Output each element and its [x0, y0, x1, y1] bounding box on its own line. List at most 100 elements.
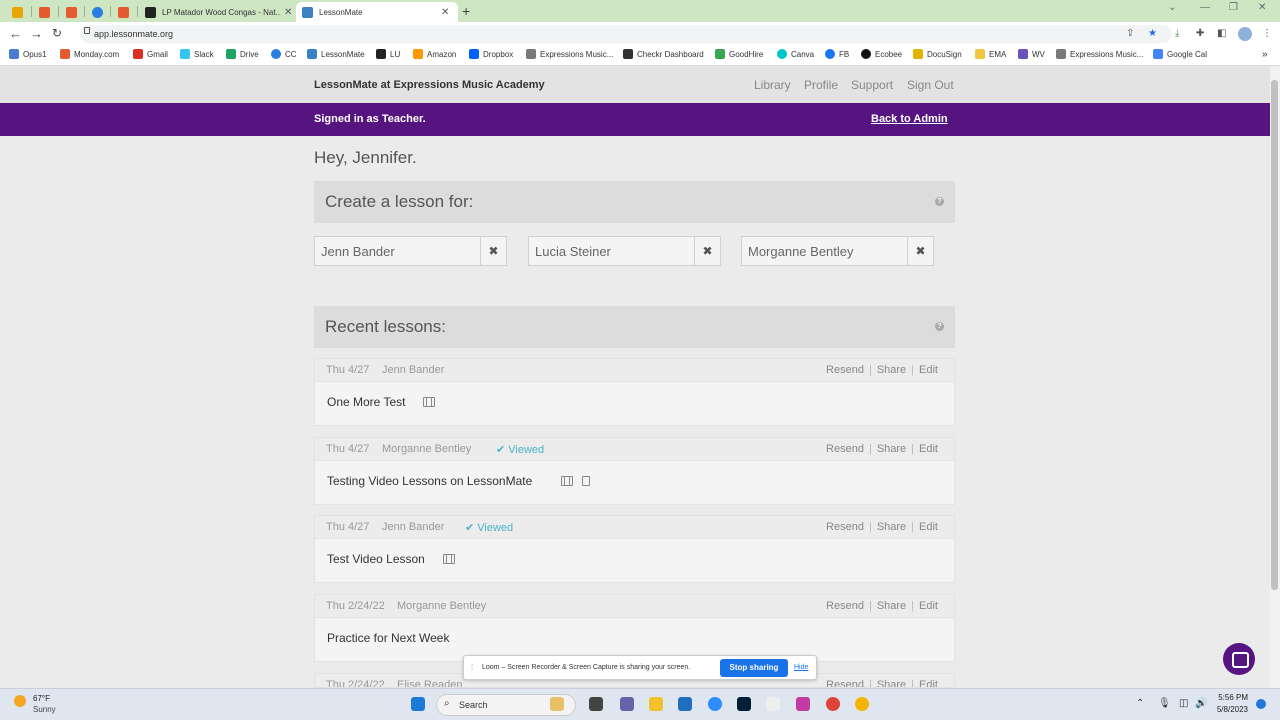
more-bookmarks-icon[interactable]: »: [1262, 49, 1268, 60]
zoom-icon[interactable]: [708, 697, 722, 711]
bookmark-item[interactable]: FB: [825, 49, 849, 59]
share-link[interactable]: Share: [877, 600, 906, 612]
close-window-icon[interactable]: ✕: [1258, 2, 1266, 13]
bookmark-item[interactable]: EMA: [975, 49, 1006, 59]
url-field[interactable]: app.lessonmate.org: [80, 25, 1172, 43]
file-explorer-icon[interactable]: [649, 697, 663, 711]
chrome-icon[interactable]: [826, 697, 840, 711]
hide-link[interactable]: Hide: [794, 664, 808, 671]
close-tab-icon[interactable]: ✕: [284, 7, 292, 18]
bookmark-item[interactable]: Google Cal: [1153, 49, 1207, 59]
start-icon[interactable]: [411, 697, 425, 711]
bookmark-item[interactable]: Dropbox: [469, 49, 513, 59]
browser-tab[interactable]: LP Matador Wood Congas - Nat... ✕: [139, 2, 294, 22]
lesson-card[interactable]: Thu 2/24/22 Morganne Bentley Resend | Shar…: [314, 594, 955, 662]
clock-time[interactable]: 5:56 PM: [1210, 693, 1248, 702]
close-tab-icon[interactable]: ✕: [441, 7, 449, 18]
share-link[interactable]: Share: [877, 679, 906, 687]
lesson-card[interactable]: Thu 4/27 Jenn Bander ✔ Viewed Resend | Sha…: [314, 515, 955, 583]
restore-icon[interactable]: ❐: [1229, 2, 1238, 13]
wifi-icon[interactable]: ◫: [1179, 698, 1188, 709]
browser-tab[interactable]: [60, 2, 86, 22]
help-icon[interactable]: ?: [935, 322, 944, 331]
search-highlight-icon[interactable]: [550, 697, 564, 711]
lesson-title[interactable]: Practice for Next Week: [327, 631, 449, 645]
resend-link[interactable]: Resend: [826, 364, 864, 376]
student-chip[interactable]: Lucia Steiner ✖: [528, 236, 721, 266]
bookmark-item[interactable]: Checkr Dashboard: [623, 49, 704, 59]
x-icon[interactable]: [766, 697, 780, 711]
extensions-icon[interactable]: ✚: [1196, 28, 1204, 39]
back-to-admin-link[interactable]: Back to Admin: [871, 113, 948, 125]
bookmark-item[interactable]: LU: [376, 49, 400, 59]
task-view-icon[interactable]: [589, 697, 603, 711]
share-link[interactable]: Share: [877, 521, 906, 533]
weather-icon[interactable]: [14, 695, 26, 707]
forward-icon[interactable]: →: [30, 26, 43, 41]
lesson-title[interactable]: One More Test: [327, 395, 405, 409]
weather-condition[interactable]: Sunny: [33, 705, 56, 714]
share-link[interactable]: Share: [877, 443, 906, 455]
profile-avatar[interactable]: [1238, 27, 1252, 41]
chat-launcher-button[interactable]: [1223, 643, 1255, 675]
bookmark-item[interactable]: LessonMate: [307, 49, 365, 59]
bookmark-item[interactable]: Gmail: [133, 49, 168, 59]
bookmark-item[interactable]: Drive: [226, 49, 259, 59]
edit-link[interactable]: Edit: [919, 521, 938, 533]
lightroom-icon[interactable]: [737, 697, 751, 711]
share-link[interactable]: Share: [877, 364, 906, 376]
bookmark-item[interactable]: Expressions Music...: [1056, 49, 1143, 59]
bookmark-item[interactable]: Ecobee: [861, 49, 902, 59]
nav-library[interactable]: Library: [754, 78, 791, 92]
bookmark-item[interactable]: Monday.com: [60, 49, 119, 59]
bookmark-item[interactable]: Amazon: [413, 49, 456, 59]
brand-title[interactable]: LessonMate at Expressions Music Academy: [314, 79, 545, 91]
resend-link[interactable]: Resend: [826, 600, 864, 612]
bookmark-item[interactable]: Opus1: [9, 49, 47, 59]
teams-icon[interactable]: [620, 697, 634, 711]
chevron-down-icon[interactable]: ⌄: [1168, 2, 1176, 13]
edit-link[interactable]: Edit: [919, 600, 938, 612]
bookmark-item[interactable]: Slack: [180, 49, 214, 59]
remove-student-icon[interactable]: ✖: [907, 237, 933, 265]
lesson-card[interactable]: Thu 4/27 Morganne Bentley ✔ Viewed Resen…: [314, 437, 955, 505]
notification-icon[interactable]: [1256, 699, 1266, 709]
microphone-icon[interactable]: 🎙: [1158, 698, 1171, 709]
new-tab-icon[interactable]: +: [462, 3, 470, 19]
volume-icon[interactable]: 🔊: [1195, 698, 1207, 709]
lesson-title[interactable]: Test Video Lesson: [327, 552, 425, 566]
reload-icon[interactable]: ↻: [52, 26, 62, 40]
help-icon[interactable]: ?: [935, 197, 944, 206]
scrollbar-thumb[interactable]: [1271, 80, 1278, 590]
sidepanel-icon[interactable]: ◧: [1217, 28, 1226, 39]
weather-temp[interactable]: 67°F: [33, 694, 50, 703]
browser-tab-active[interactable]: LessonMate ✕: [296, 2, 458, 22]
bookmark-item[interactable]: GoodHire: [715, 49, 763, 59]
share-icon[interactable]: ⇪: [1126, 28, 1134, 39]
bookmark-item[interactable]: DocuSign: [913, 49, 962, 59]
nav-support[interactable]: Support: [851, 78, 893, 92]
minimize-icon[interactable]: —: [1200, 2, 1210, 13]
drag-handle-icon[interactable]: ⁞: [471, 663, 473, 672]
bookmark-item[interactable]: CC: [271, 49, 297, 59]
browser-tab[interactable]: [112, 2, 138, 22]
edit-link[interactable]: Edit: [919, 364, 938, 376]
tray-chevron-icon[interactable]: ⌃: [1136, 698, 1144, 709]
resend-link[interactable]: Resend: [826, 443, 864, 455]
store-icon[interactable]: [678, 697, 692, 711]
chrome-icon[interactable]: [855, 697, 869, 711]
stop-sharing-button[interactable]: Stop sharing: [720, 659, 788, 677]
resend-link[interactable]: Resend: [826, 679, 864, 687]
nav-profile[interactable]: Profile: [804, 78, 838, 92]
bookmark-item[interactable]: Expressions Music...: [526, 49, 613, 59]
resend-link[interactable]: Resend: [826, 521, 864, 533]
remove-student-icon[interactable]: ✖: [480, 237, 506, 265]
star-icon[interactable]: ★: [1148, 28, 1157, 39]
snipping-icon[interactable]: [796, 697, 810, 711]
browser-tab[interactable]: [33, 2, 59, 22]
download-icon[interactable]: ⤓: [1175, 28, 1179, 39]
bookmark-item[interactable]: WV: [1018, 49, 1045, 59]
edit-link[interactable]: Edit: [919, 443, 938, 455]
nav-sign-out[interactable]: Sign Out: [907, 78, 954, 92]
edit-link[interactable]: Edit: [919, 679, 938, 687]
